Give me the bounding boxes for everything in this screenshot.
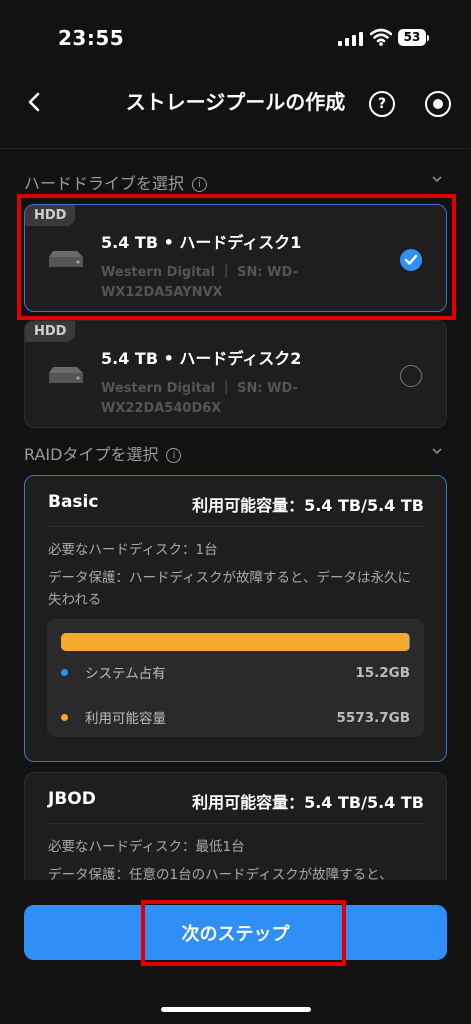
radio-button[interactable] — [400, 365, 422, 387]
info-icon[interactable]: i — [192, 177, 208, 192]
record-icon[interactable] — [425, 91, 451, 117]
available-label: 利用可能容量 — [85, 711, 166, 727]
battery-icon: 53 — [398, 29, 426, 46]
wifi-icon — [370, 28, 392, 46]
drive-section-header: ハードドライブを選択 i — [24, 170, 208, 194]
system-legend-dot — [61, 669, 68, 676]
usage-bar-available — [61, 633, 409, 651]
drive-title: 5.4 TB • ハードディスク2 — [101, 349, 302, 368]
raid-required: 必要なハードディスク：1台 — [48, 542, 218, 558]
system-value: 15.2GB — [355, 665, 410, 681]
usage-panel: システム占有 15.2GB 利用可能容量 5573.7GB — [47, 619, 424, 737]
available-legend-dot — [61, 714, 68, 721]
drive-section-label: ハードドライブを選択 — [24, 174, 185, 193]
hard-disk-icon — [49, 251, 83, 267]
drive-subtitle: Western Digital ｜ SN: WD-WX22DA540D6X — [101, 381, 298, 416]
page-title: ストレージプールの作成 — [125, 90, 346, 114]
available-value: 5573.7GB — [336, 710, 410, 726]
chevron-down-icon[interactable] — [432, 446, 442, 456]
chevron-down-icon[interactable] — [432, 174, 442, 184]
raid-required: 必要なハードディスク：最低1台 — [48, 839, 245, 855]
system-label: システム占有 — [85, 666, 166, 682]
drive-title: 5.4 TB • ハードディスク1 — [101, 233, 302, 252]
drive-card-1[interactable]: HDD 5.4 TB • ハードディスク1 Western Digital ｜ … — [24, 204, 447, 312]
info-icon[interactable]: i — [166, 448, 182, 463]
battery-tip — [427, 35, 429, 41]
drive-subtitle: Western Digital ｜ SN: WD-WX12DA5AYNVX — [101, 265, 298, 300]
hdd-tag: HDD — [25, 205, 76, 226]
raid-capacity: 利用可能容量：5.4 TB/5.4 TB — [192, 793, 424, 812]
hdd-tag: HDD — [25, 321, 76, 342]
raid-name: JBOD — [48, 789, 96, 809]
raid-section-label: RAIDタイプを選択 — [24, 445, 159, 464]
raid-name: Basic — [48, 492, 99, 512]
raid-capacity: 利用可能容量：5.4 TB/5.4 TB — [192, 496, 424, 515]
hard-disk-icon — [49, 367, 83, 383]
usage-bar — [61, 633, 410, 651]
raid-section-header: RAIDタイプを選択 i — [24, 441, 182, 465]
help-icon[interactable]: ? — [369, 91, 395, 117]
raid-protection: データ保護：ハードディスクが故障すると、データは永久に失われる — [48, 570, 412, 608]
raid-divider — [47, 526, 424, 527]
drive-card-2[interactable]: HDD 5.4 TB • ハードディスク2 Western Digital ｜ … — [24, 320, 447, 428]
raid-option-basic[interactable]: Basic 利用可能容量：5.4 TB/5.4 TB 必要なハードディスク：1台… — [24, 475, 447, 762]
checkmark-icon[interactable] — [400, 249, 422, 271]
status-time: 23:55 — [58, 26, 125, 50]
header-divider — [0, 148, 471, 149]
cellular-signal-icon — [338, 32, 363, 46]
home-indicator — [161, 1007, 311, 1012]
next-step-button[interactable]: 次のステップ — [24, 905, 447, 960]
raid-divider — [47, 823, 424, 824]
